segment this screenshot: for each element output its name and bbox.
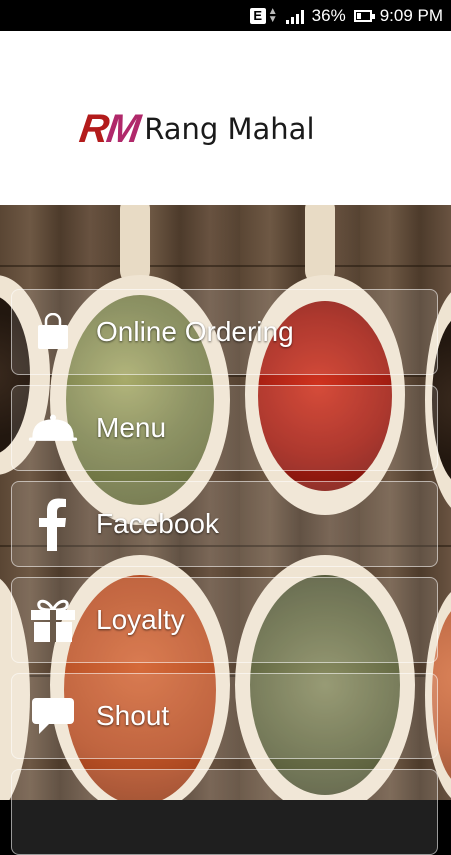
- gift-icon: [28, 597, 78, 643]
- cloche-icon: [28, 405, 78, 451]
- menu-item-online-ordering[interactable]: Online Ordering: [11, 289, 438, 375]
- facebook-icon: [28, 498, 78, 551]
- battery-icon: [353, 9, 375, 22]
- app-header: RM Rang Mahal: [0, 31, 451, 205]
- brand-logo: RM Rang Mahal: [76, 107, 315, 151]
- shopping-bag-icon: [28, 309, 78, 355]
- menu-item-partial[interactable]: [11, 769, 438, 855]
- menu-item-facebook[interactable]: Facebook: [11, 481, 438, 567]
- menu-item-label: Menu: [96, 412, 167, 443]
- clock: 9:09 PM: [379, 5, 443, 25]
- data-activity-icon: ▲ ▼: [267, 5, 278, 25]
- main-menu: Online Ordering Menu Facebook Loyalty Sh…: [0, 205, 451, 855]
- logo-mark: RM: [76, 107, 142, 151]
- brand-name: Rang Mahal: [144, 112, 315, 146]
- menu-item-label: Loyalty: [96, 604, 185, 635]
- network-type-indicator: E: [249, 7, 266, 24]
- signal-strength-icon: [285, 8, 304, 24]
- speech-bubble-icon: [28, 693, 78, 739]
- menu-item-label: Facebook: [96, 508, 219, 539]
- battery-percent: 36%: [311, 5, 346, 25]
- menu-item-label: Shout: [96, 700, 170, 731]
- status-icons: E ▲ ▼ 36% 9:09 PM: [249, 0, 443, 31]
- menu-item-label: Online Ordering: [96, 316, 294, 347]
- status-bar: E ▲ ▼ 36% 9:09 PM: [0, 0, 451, 31]
- menu-item-shout[interactable]: Shout: [11, 673, 438, 759]
- menu-item-loyalty[interactable]: Loyalty: [11, 577, 438, 663]
- menu-item-menu[interactable]: Menu: [11, 385, 438, 471]
